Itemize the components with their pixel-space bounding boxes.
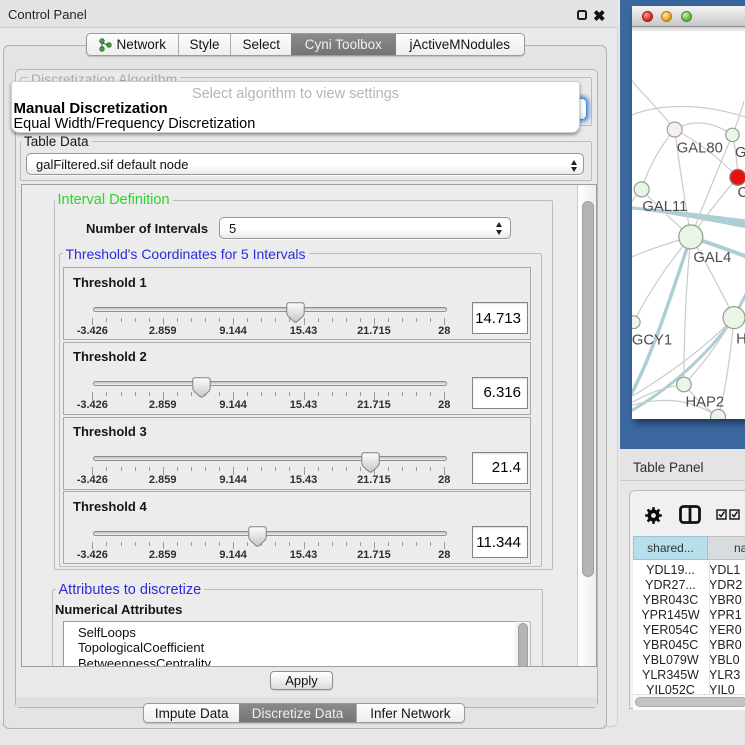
svg-text:GAL80: GAL80 — [677, 140, 723, 156]
svg-text:HA: HA — [736, 332, 745, 348]
svg-text:GCY1: GCY1 — [632, 333, 672, 349]
svg-text:GA: GA — [735, 145, 745, 161]
svg-text:HAP2: HAP2 — [686, 394, 725, 410]
svg-text:GAL4: GAL4 — [693, 250, 731, 266]
svg-text:CD: CD — [738, 185, 745, 201]
svg-text:GAL11: GAL11 — [642, 199, 687, 215]
